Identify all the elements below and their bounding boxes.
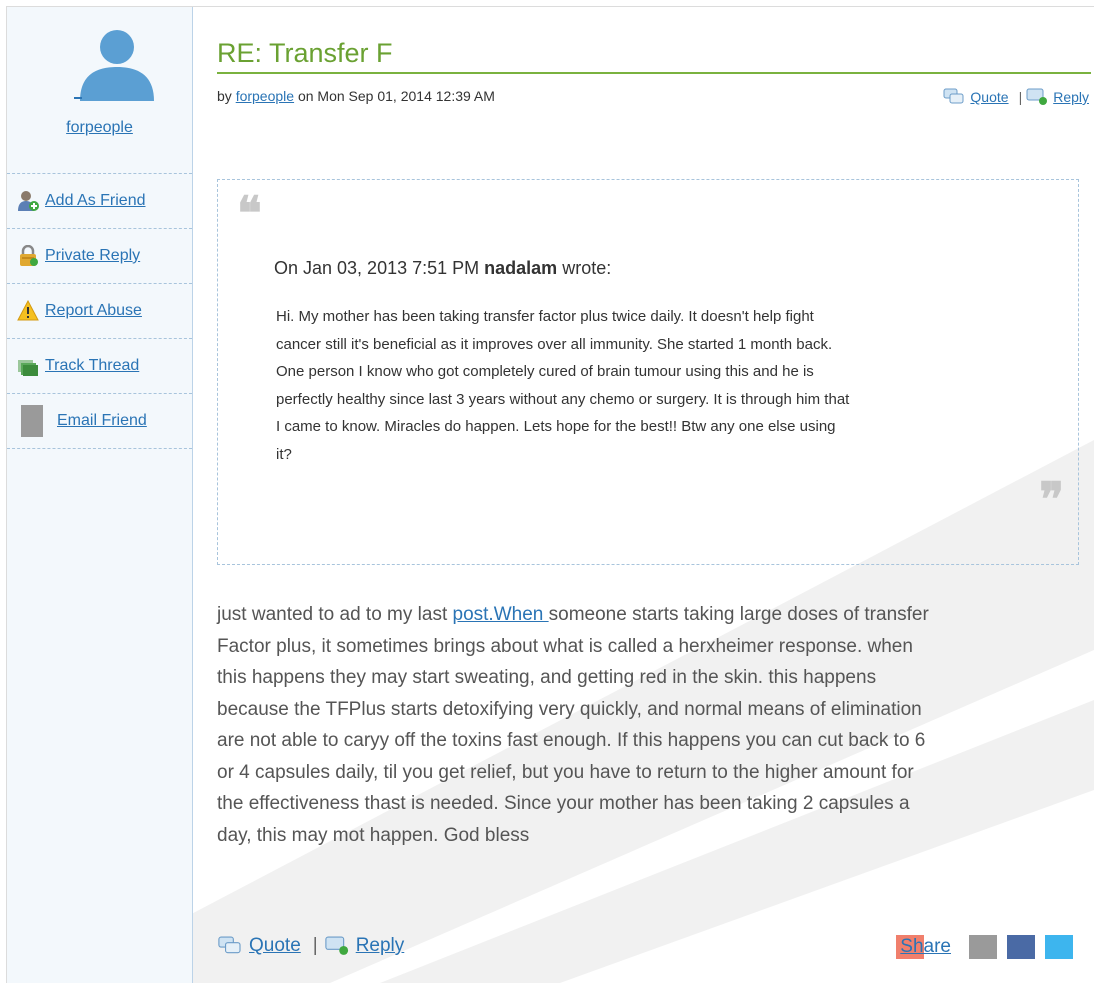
post-body-rest: someone starts taking large doses of tra… bbox=[217, 604, 929, 846]
sidebar-item-add-friend: Add As Friend bbox=[7, 174, 192, 229]
quote-date: On Jan 03, 2013 7:51 PM bbox=[274, 258, 480, 278]
author-username-link[interactable]: forpeople bbox=[7, 119, 192, 137]
quote-icon bbox=[943, 88, 964, 104]
byline-prefix: by bbox=[217, 88, 232, 104]
quote-icon bbox=[218, 936, 241, 954]
post-content: RE: Transfer F by forpeople on Mon Sep 0… bbox=[217, 7, 1091, 983]
facebook-share-icon[interactable] bbox=[1007, 935, 1035, 959]
track-thread-icon bbox=[18, 360, 38, 376]
post-body-start: just wanted to ad to my last bbox=[217, 604, 453, 625]
report-abuse-link[interactable]: Report Abuse bbox=[45, 302, 142, 320]
add-friend-link[interactable]: Add As Friend bbox=[45, 192, 146, 210]
top-reply-link[interactable]: Reply bbox=[1053, 89, 1089, 105]
top-post-actions: Quote | Reply bbox=[943, 88, 1089, 106]
sidebar-item-report-abuse: Report Abuse bbox=[7, 284, 192, 339]
post-title: RE: Transfer F bbox=[217, 38, 393, 68]
email-friend-link[interactable]: Email Friend bbox=[57, 412, 147, 430]
quoted-message: ❝ On Jan 03, 2013 7:51 PM nadalam wrote:… bbox=[217, 179, 1079, 565]
post-date: on Mon Sep 01, 2014 12:39 AM bbox=[297, 88, 495, 104]
sidebar-item-email-friend: Email Friend bbox=[7, 394, 192, 449]
author-sidebar: forpeople Add As Friend Private Reply Re… bbox=[7, 7, 193, 983]
quote-body: Hi. My mother has been taking transfer f… bbox=[276, 308, 850, 463]
warning-icon bbox=[17, 300, 39, 321]
quote-header: On Jan 03, 2013 7:51 PM nadalam wrote: bbox=[274, 258, 611, 279]
share-link[interactable]: Share bbox=[900, 936, 951, 957]
bottom-post-actions: Quote | Reply bbox=[217, 935, 404, 957]
post-byline: by forpeople on Mon Sep 01, 2014 12:39 A… bbox=[217, 88, 495, 104]
quote-author: nadalam bbox=[484, 258, 558, 278]
email-share-icon[interactable] bbox=[969, 935, 997, 959]
private-reply-icon bbox=[20, 245, 38, 266]
open-quote-icon: ❝ bbox=[237, 186, 262, 240]
sidebar-item-private-reply: Private Reply bbox=[7, 229, 192, 284]
post-body-link[interactable]: post.When bbox=[453, 604, 549, 625]
post-body-text: just wanted to ad to my last post.When s… bbox=[217, 599, 1079, 851]
share-button[interactable]: Share bbox=[896, 935, 951, 959]
avatar[interactable] bbox=[74, 25, 160, 101]
share-bar: Share bbox=[896, 935, 1073, 959]
twitter-share-icon[interactable] bbox=[1045, 935, 1073, 959]
reply-icon bbox=[325, 936, 348, 955]
title-divider bbox=[217, 72, 1091, 74]
private-reply-link[interactable]: Private Reply bbox=[45, 247, 140, 265]
top-quote-link[interactable]: Quote bbox=[970, 89, 1008, 105]
bottom-actions-separator: | bbox=[312, 935, 318, 956]
author-actions-list: Add As Friend Private Reply Report Abuse bbox=[7, 173, 192, 449]
add-friend-icon bbox=[18, 191, 39, 211]
top-actions-separator: | bbox=[1018, 89, 1023, 105]
byline-author-link[interactable]: forpeople bbox=[236, 88, 294, 104]
bottom-reply-link[interactable]: Reply bbox=[356, 935, 405, 957]
reply-icon bbox=[1026, 88, 1048, 105]
bottom-quote-link[interactable]: Quote bbox=[249, 935, 301, 957]
email-friend-icon bbox=[21, 405, 43, 437]
close-quote-icon: ❞ bbox=[1039, 472, 1064, 526]
sidebar-item-track-thread: Track Thread bbox=[7, 339, 192, 394]
quote-wrote: wrote: bbox=[562, 258, 612, 278]
track-thread-link[interactable]: Track Thread bbox=[45, 357, 139, 375]
